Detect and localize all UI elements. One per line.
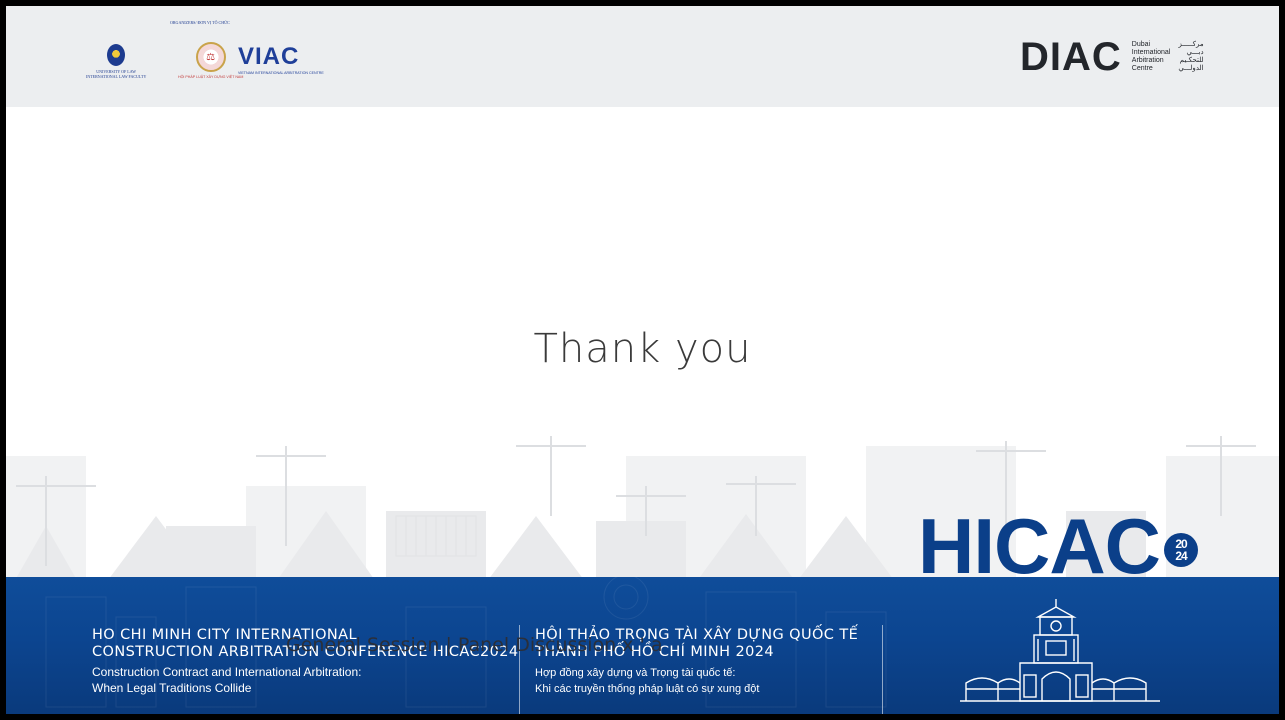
diac-english-name: Dubai International Arbitration Centre — [1132, 41, 1171, 73]
session-caption: General Session | Panel Discussion x ' a — [286, 634, 663, 656]
header-band: UNIVERSITY OF LAW INTERNATIONAL LAW FACU… — [6, 6, 1279, 107]
viac-wordmark: VIAC — [238, 43, 300, 70]
hicac-wordmark: HICAC — [918, 502, 1161, 590]
diac-ar-line: للتحكـيم — [1179, 57, 1204, 64]
diac-ar-line: مركـــــز — [1178, 41, 1204, 48]
diac-ar-line: دبـــي — [1186, 49, 1204, 56]
slide: UNIVERSITY OF LAW INTERNATIONAL LAW FACU… — [6, 6, 1279, 714]
university-logo-line2: INTERNATIONAL LAW FACULTY — [86, 74, 147, 79]
hicac-year-bottom: 24 — [1175, 549, 1187, 563]
university-of-law-logo: UNIVERSITY OF LAW INTERNATIONAL LAW FACU… — [86, 44, 146, 79]
diac-ar-line: الدولـــي — [1178, 65, 1204, 72]
diac-en-line: Centre — [1131, 65, 1153, 72]
footer-en-subtitle-line2: When Legal Traditions Collide — [92, 681, 252, 695]
footer-vi-subtitle-line2: Khi các truyền thống pháp luật có sự xun… — [535, 683, 760, 695]
hicac-year-badge: 20 24 — [1164, 533, 1198, 567]
construction-law-association-logo: ⚖ HỘI PHÁP LUẬT XÂY DỰNG VIỆT NAM — [178, 42, 243, 79]
organizers-label: ORGANIZERS/ ĐƠN VỊ TỔ CHỨC — [170, 20, 230, 25]
slide-title: Thank you — [533, 326, 752, 372]
association-logo-caption: HỘI PHÁP LUẬT XÂY DỰNG VIỆT NAM — [178, 75, 244, 79]
hicac-2024-logo: HICAC 20 24 — [918, 507, 1198, 585]
footer-vi-subtitle-line1: Hợp đồng xây dựng và Trọng tài quốc tế: — [535, 667, 736, 679]
association-seal-icon: ⚖ — [195, 42, 226, 72]
footer-divider — [882, 625, 883, 714]
diac-en-line: Arbitration — [1131, 57, 1164, 64]
diac-arabic-name: مركـــــز دبـــي للتحكـيم الدولـــي — [1178, 41, 1203, 73]
footer-en-subtitle-line1: Construction Contract and International … — [92, 665, 362, 679]
diac-wordmark: DIAC — [1020, 35, 1122, 79]
viac-logo: VIAC VIETNAM INTERNATIONAL ARBITRATION C… — [238, 43, 324, 76]
diac-logo: DIAC Dubai International Arbitration Cen… — [1020, 35, 1204, 79]
diac-en-line: Dubai — [1131, 41, 1151, 48]
university-seal-icon — [107, 44, 126, 66]
diac-en-line: International — [1131, 49, 1171, 56]
viac-logo-caption: VIETNAM INTERNATIONAL ARBITRATION CENTRE — [238, 71, 324, 75]
ben-thanh-market-icon — [960, 599, 1160, 702]
